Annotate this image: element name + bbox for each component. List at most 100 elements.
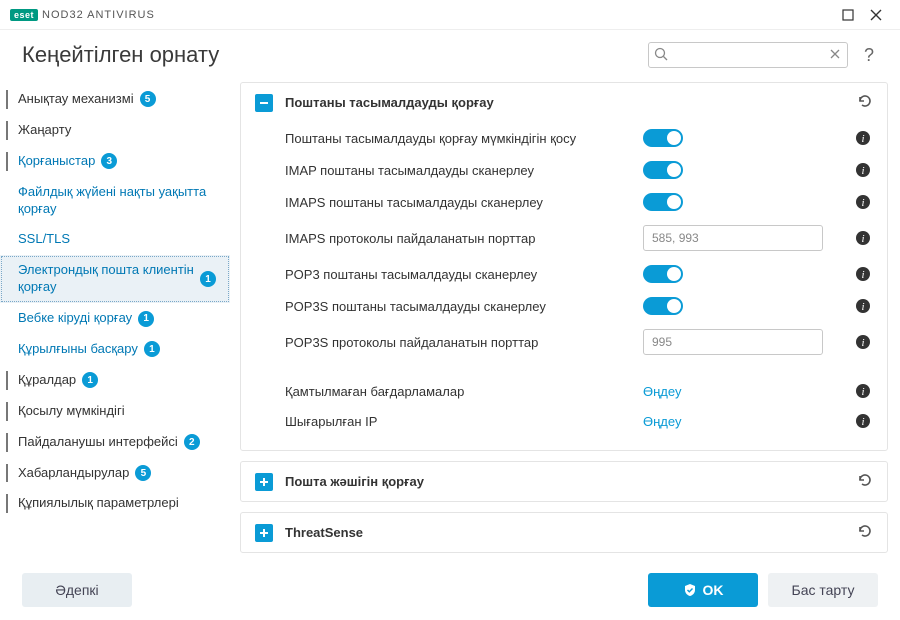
row-gap [285,362,873,376]
window-close-button[interactable] [862,1,890,29]
setting-label: POP3S поштаны тасымалдауды сканерлеу [285,299,633,314]
info-icon[interactable]: i [853,230,873,246]
setting-control [643,265,843,283]
sidebar-item[interactable]: Анықтау механизмі5 [0,84,230,115]
svg-text:i: i [861,337,864,349]
panel-header[interactable]: Поштаны тасымалдауды қорғау [241,83,887,122]
sidebar-item-label: Вебке кіруді қорғау [18,310,132,327]
info-icon[interactable]: i [853,194,873,210]
svg-text:i: i [861,386,864,398]
svg-text:i: i [861,301,864,313]
reset-icon[interactable] [857,523,873,542]
setting-control: Өңдеу [643,384,843,399]
info-icon[interactable]: i [853,162,873,178]
sidebar-item[interactable]: Қорғаныстар 3 [0,146,230,177]
toggle-switch[interactable] [643,129,683,147]
sidebar-item[interactable]: Жаңарту [0,115,230,146]
default-button[interactable]: Әдепкі [22,573,132,607]
sidebar-item[interactable]: Хабарландырулар 5 [0,458,230,489]
sidebar-item[interactable]: Құрылғыны басқару1 [0,334,230,365]
product-name: NOD32 ANTIVIRUS [42,9,155,21]
toggle-switch[interactable] [643,297,683,315]
settings-panel: Поштаны тасымалдауды қорғау Поштаны тасым… [240,82,888,451]
sidebar-item-label: Пайдаланушы интерфейсі [18,434,178,451]
sidebar-badge: 1 [200,271,216,287]
default-button-label: Әдепкі [55,582,98,598]
sidebar-item[interactable]: Вебке кіруді қорғау 1 [0,303,230,334]
page-header: Кеңейтілген орнату ? [0,30,900,78]
port-input[interactable] [643,225,823,251]
sidebar-item-label: Қорғаныстар [18,153,95,170]
search-input[interactable] [648,42,848,68]
sidebar-badge: 3 [101,153,117,169]
info-icon[interactable]: i [853,413,873,429]
setting-label: POP3S протоколы пайдаланатын порттар [285,335,633,350]
setting-label: POP3 поштаны тасымалдауды сканерлеу [285,267,633,282]
info-icon[interactable]: i [853,383,873,399]
setting-row: POP3S поштаны тасымалдауды сканерлеу i [285,290,873,322]
sidebar-item[interactable]: Электрондық пошта клиентін қорғау 1 [0,255,230,303]
sidebar-badge: 1 [138,311,154,327]
setting-row: IMAPS поштаны тасымалдауды сканерлеуi [285,186,873,218]
setting-row: IMAPS протоколы пайдаланатын порттар i [285,218,873,258]
search-icon [654,47,668,64]
setting-row: Қамтылмаған бағдарламаларӨңдеуi [285,376,873,406]
expand-icon[interactable] [255,473,273,491]
sidebar-badge: 2 [184,434,200,450]
sidebar-badge: 5 [140,91,156,107]
setting-label: Поштаны тасымалдауды қорғау мүмкіндігін … [285,131,633,146]
setting-label: IMAPS протоколы пайдаланатын порттар [285,231,633,246]
port-input[interactable] [643,329,823,355]
setting-row: POP3 поштаны тасымалдауды сканерлеу i [285,258,873,290]
toggle-switch[interactable] [643,265,683,283]
expand-icon[interactable] [255,524,273,542]
edit-link[interactable]: Өңдеу [643,384,681,399]
panel-title: Пошта жәшігін қорғау [285,474,845,489]
setting-control [643,129,843,147]
toggle-switch[interactable] [643,193,683,211]
page-title: Кеңейтілген орнату [22,42,636,68]
settings-panel: Пошта жәшігін қорғау [240,461,888,502]
sidebar-item[interactable]: SSL/TLS [0,224,230,255]
svg-text:i: i [861,197,864,209]
content-area: Поштаны тасымалдауды қорғау Поштаны тасым… [230,78,900,618]
setting-row: IMAP поштаны тасымалдауды сканерлеуi [285,154,873,186]
svg-text:i: i [861,269,864,281]
sidebar-item-label: Құрылғыны басқару [18,341,138,358]
reset-icon[interactable] [857,472,873,491]
svg-text:i: i [861,165,864,177]
ok-button[interactable]: OK [648,573,758,607]
toggle-switch[interactable] [643,161,683,179]
edit-link[interactable]: Өңдеу [643,414,681,429]
sidebar-item-label: Жаңарту [18,122,71,139]
info-icon[interactable]: i [853,334,873,350]
sidebar-item[interactable]: Қосылу мүмкіндігі [0,396,230,427]
panel-header[interactable]: ThreatSense [241,513,887,552]
panel-title: ThreatSense [285,525,845,540]
window-maximize-button[interactable] [834,1,862,29]
sidebar-item[interactable]: Құралдар1 [0,365,230,396]
search-clear-button[interactable] [828,47,842,64]
info-icon[interactable]: i [853,298,873,314]
help-button[interactable]: ? [860,45,878,66]
setting-control [643,193,843,211]
logo-badge: eset [10,9,38,21]
sidebar-item[interactable]: Пайдаланушы интерфейсі 2 [0,427,230,458]
info-icon[interactable]: i [853,266,873,282]
sidebar-item-label: Хабарландырулар [18,465,129,482]
sidebar-badge: 5 [135,465,151,481]
sidebar-item-label: Электрондық пошта клиентін қорғау [18,262,194,296]
panel-header[interactable]: Пошта жәшігін қорғау [241,462,887,501]
sidebar: Анықтау механизмі5 Жаңарту Қорғаныстар 3 Фай… [0,78,230,618]
sidebar-item[interactable]: Құпиялылық параметрлері [0,488,230,519]
svg-text:i: i [861,416,864,428]
footer: Әдепкі OK Бас тарту [0,560,900,620]
setting-control [643,161,843,179]
cancel-button[interactable]: Бас тарту [768,573,878,607]
info-icon[interactable]: i [853,130,873,146]
collapse-icon[interactable] [255,94,273,112]
setting-control [643,329,843,355]
reset-icon[interactable] [857,93,873,112]
setting-control [643,297,843,315]
sidebar-item[interactable]: Файлдық жүйені нақты уақытта қорғау [0,177,230,225]
